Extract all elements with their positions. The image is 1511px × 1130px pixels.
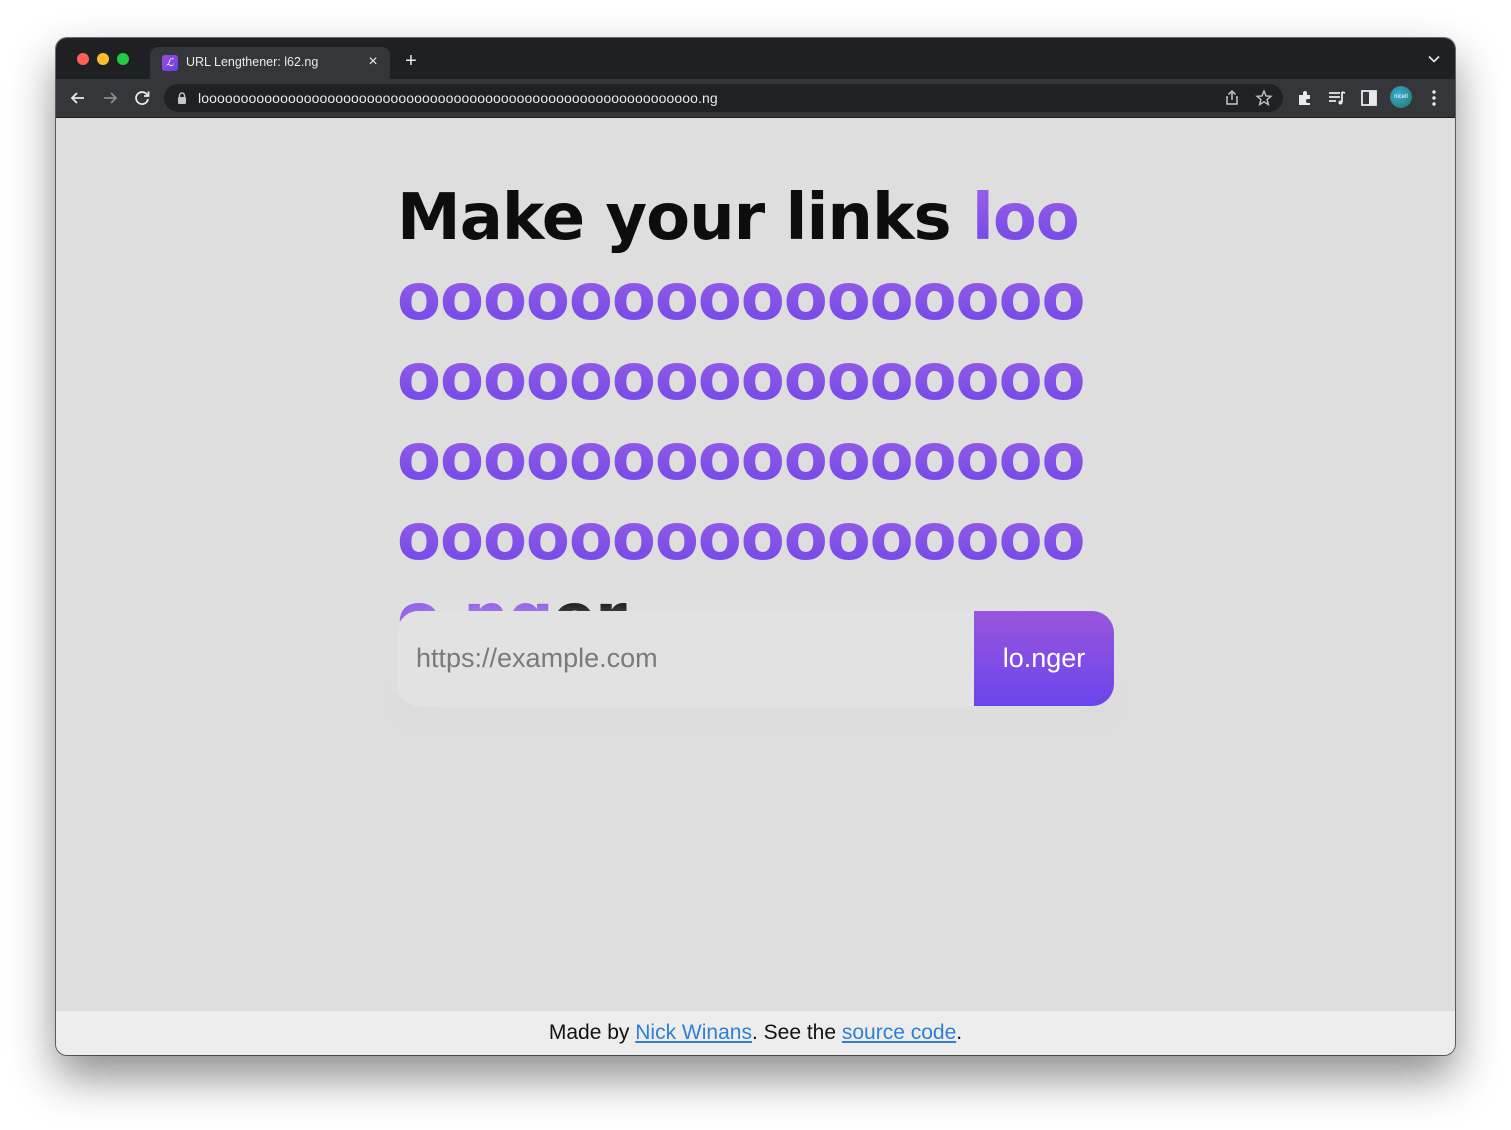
profile-avatar[interactable]: nicell <box>1390 86 1412 108</box>
maximize-window-button[interactable] <box>117 53 129 65</box>
close-window-button[interactable] <box>77 53 89 65</box>
media-queue-icon[interactable] <box>1326 87 1348 109</box>
share-icon[interactable] <box>1223 89 1241 107</box>
browser-window: ℒ URL Lengthener: l62.ng × + loooooooooo… <box>56 38 1455 1055</box>
browser-toolbar: looooooooooooooooooooooooooooooooooooooo… <box>56 79 1455 118</box>
page-content: Make your links looooooooooooooooooooooo… <box>56 118 1455 1011</box>
lengthen-form: lo.nger <box>397 611 1114 706</box>
tab-title: URL Lengthener: l62.ng <box>186 55 319 69</box>
source-code-link[interactable]: source code <box>842 1021 956 1044</box>
tab-strip: ℒ URL Lengthener: l62.ng × + <box>56 38 1455 79</box>
extensions-icon[interactable] <box>1294 87 1316 109</box>
kebab-menu-icon[interactable] <box>1423 87 1445 109</box>
headline-lead: Make your links <box>397 181 972 255</box>
lock-icon[interactable] <box>176 91 188 105</box>
star-icon[interactable] <box>1255 89 1273 107</box>
page-headline: Make your links looooooooooooooooooooooo… <box>397 178 1117 658</box>
site-favicon-icon: ℒ <box>162 55 178 71</box>
address-bar-url: looooooooooooooooooooooooooooooooooooooo… <box>198 90 718 106</box>
lengthen-button[interactable]: lo.nger <box>974 611 1114 706</box>
back-arrow-icon[interactable] <box>67 87 89 109</box>
footer-middle: . See the <box>751 1021 842 1044</box>
tab-close-icon[interactable]: × <box>364 53 382 71</box>
minimize-window-button[interactable] <box>97 53 109 65</box>
footer-prefix: Made by <box>548 1021 636 1044</box>
footer-suffix: . <box>956 1021 963 1044</box>
page-footer: Made by Nick Winans. See the source code… <box>56 1011 1455 1055</box>
author-link[interactable]: Nick Winans <box>635 1021 752 1044</box>
url-input[interactable] <box>397 611 974 706</box>
side-panel-icon[interactable] <box>1358 87 1380 109</box>
tab-active[interactable]: ℒ URL Lengthener: l62.ng × <box>150 47 390 79</box>
new-tab-button[interactable]: + <box>400 50 422 72</box>
forward-arrow-icon[interactable] <box>99 87 121 109</box>
chevron-down-icon[interactable] <box>1427 52 1441 66</box>
reload-icon[interactable] <box>131 87 153 109</box>
address-bar[interactable]: looooooooooooooooooooooooooooooooooooooo… <box>164 84 1283 112</box>
